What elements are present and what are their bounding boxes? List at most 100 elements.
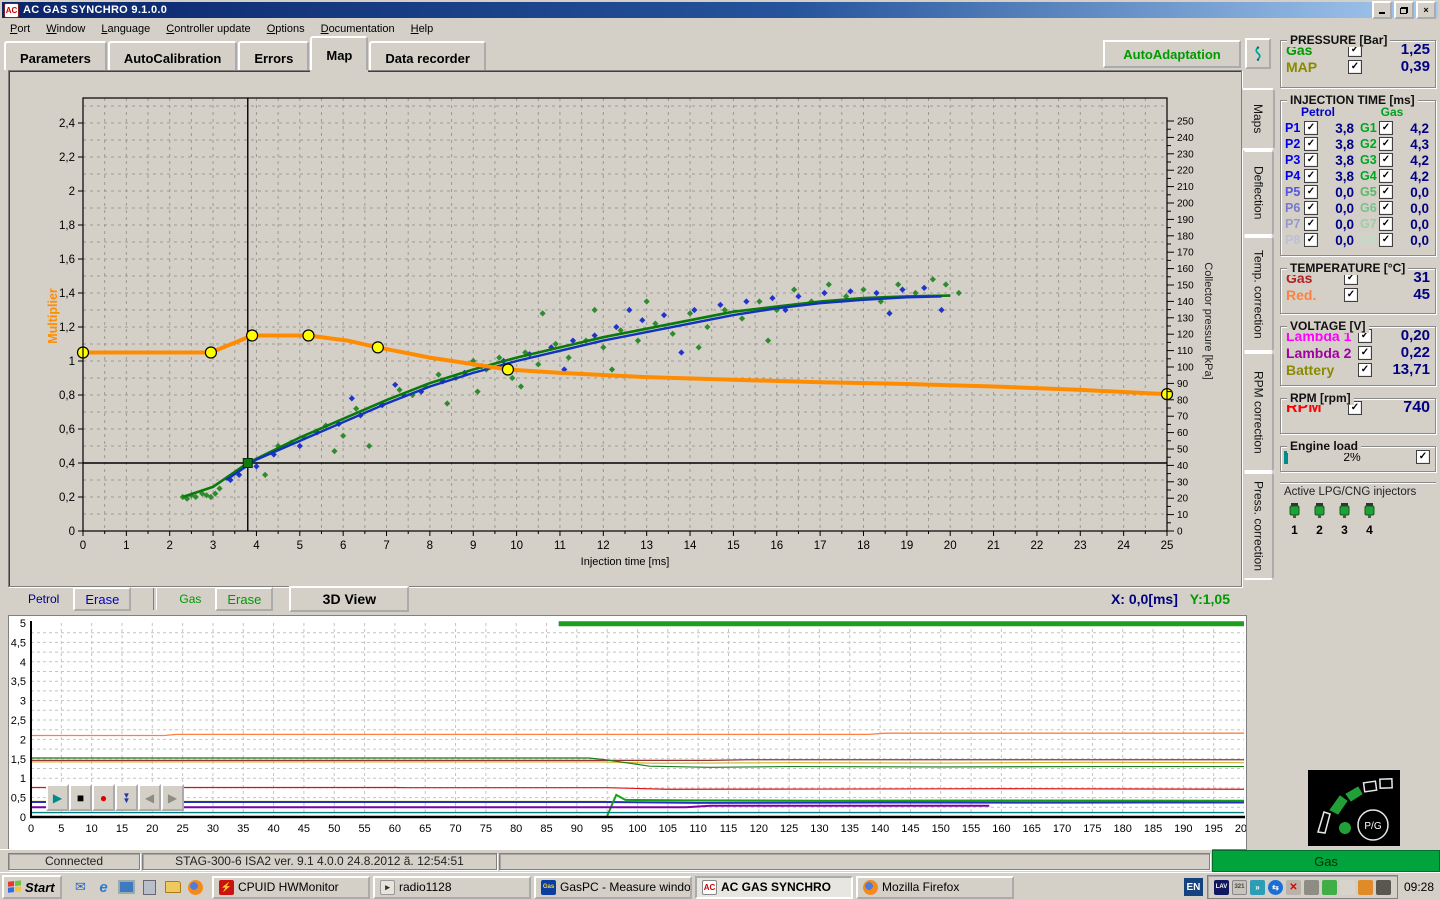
petrol-channel-checkbox-8[interactable]: [1304, 233, 1318, 247]
side-tab-temp-correction[interactable]: Temp. correction: [1244, 236, 1274, 352]
quick-launch: ✉e: [72, 879, 204, 896]
petrol-channel-checkbox-3[interactable]: [1304, 153, 1318, 167]
camera-tray-icon[interactable]: [1376, 880, 1391, 895]
side-tab-press-correction[interactable]: Press. correction: [1244, 472, 1274, 580]
hwmonitor-icon: ⚡: [219, 880, 234, 895]
autoadaptation-button[interactable]: AutoAdaptation: [1103, 40, 1241, 68]
calculator-icon[interactable]: [141, 879, 158, 896]
tab-parameters[interactable]: Parameters: [4, 41, 107, 70]
petrol-channel-checkbox-7[interactable]: [1304, 217, 1318, 231]
minimize-button[interactable]: [1372, 1, 1392, 19]
tab-data-recorder[interactable]: Data recorder: [369, 41, 486, 70]
restore-button[interactable]: [1394, 1, 1414, 19]
calculator-glyph: [143, 880, 156, 895]
petrol-channel-checkbox-1[interactable]: [1304, 121, 1318, 135]
svg-text:5: 5: [297, 540, 303, 552]
show-desktop-icon[interactable]: [118, 879, 135, 896]
task-radio1128[interactable]: ▸radio1128: [373, 876, 531, 899]
folder-icon[interactable]: [164, 879, 181, 896]
voltage-group-checkbox-lambda-2[interactable]: [1358, 346, 1372, 360]
petrol-channel-checkbox-4[interactable]: [1304, 169, 1318, 183]
gas-channel-value-3: 4,2: [1393, 153, 1435, 168]
firefox-task-icon: [863, 880, 878, 895]
user-tray-icon[interactable]: [1358, 880, 1373, 895]
menu-controller-update[interactable]: Controller update: [158, 21, 258, 37]
engine-load-checkbox[interactable]: [1416, 450, 1430, 464]
cursor-cell-marker[interactable]: [243, 459, 252, 468]
map-left-axis: 00,20,40,60,811,21,41,61,822,22,4Multipl…: [46, 118, 83, 538]
injection-row-7: P70,0G70,0: [1281, 216, 1435, 232]
firefox-icon[interactable]: [187, 879, 204, 896]
marker-button[interactable]: ▼▼: [115, 784, 138, 811]
record-button[interactable]: ●: [92, 784, 115, 811]
gas-channel-label: G6: [1360, 201, 1379, 215]
pressure-group-checkbox-map[interactable]: [1348, 60, 1362, 74]
volume-tray-icon[interactable]: [1304, 880, 1319, 895]
svg-text:1,6: 1,6: [59, 254, 75, 266]
task-cpuid-hwmonitor[interactable]: ⚡CPUID HWMonitor: [212, 876, 370, 899]
menu-help[interactable]: Help: [403, 21, 442, 37]
gas-channel-checkbox-7[interactable]: [1379, 217, 1393, 231]
gas-channel-checkbox-3[interactable]: [1379, 153, 1393, 167]
svg-text:3,5: 3,5: [11, 676, 26, 688]
side-tab-rpm-correction[interactable]: RPM correction: [1244, 352, 1274, 472]
3d-view-button[interactable]: 3D View: [289, 586, 409, 612]
pressure-group-value-gas: 1,25: [1401, 41, 1430, 58]
outlook-express-icon[interactable]: ✉: [72, 879, 89, 896]
connection-button[interactable]: [1245, 38, 1271, 69]
voltage-group-value-lambda-1: 0,20: [1401, 327, 1430, 344]
teamviewer-tray-icon[interactable]: ⇆: [1268, 880, 1283, 895]
language-indicator[interactable]: EN: [1184, 878, 1203, 896]
erase-petrol-button[interactable]: Erase: [73, 587, 131, 611]
tab-map[interactable]: Map: [310, 36, 368, 70]
close-button[interactable]: ×: [1416, 1, 1436, 19]
menu-language[interactable]: Language: [93, 21, 158, 37]
temperature-group-checkbox-red[interactable]: [1344, 288, 1358, 302]
antivirus-tray-icon[interactable]: [1322, 880, 1337, 895]
svg-text:24: 24: [1117, 540, 1130, 552]
task-mozilla-firefox[interactable]: Mozilla Firefox: [856, 876, 1014, 899]
forward-button[interactable]: ▶: [161, 784, 184, 811]
map-chart[interactable]: 00,20,40,60,811,21,41,61,822,22,4Multipl…: [9, 71, 1237, 582]
back-button[interactable]: ◀: [138, 784, 161, 811]
gas-channel-checkbox-4[interactable]: [1379, 169, 1393, 183]
gas-channel-checkbox-5[interactable]: [1379, 185, 1393, 199]
recorder-chart[interactable]: 00,511,522,533,544,550510152025303540455…: [9, 616, 1246, 849]
erase-gas-button[interactable]: Erase: [215, 587, 273, 611]
gas-channel-checkbox-8[interactable]: [1379, 233, 1393, 247]
map-controls: Petrol Erase Gas Erase 3D View X: 0,0[ms…: [8, 585, 1240, 613]
menu-window[interactable]: Window: [38, 21, 93, 37]
gas-channel-label: G5: [1360, 185, 1379, 199]
lav-tray-icon[interactable]: LAV: [1214, 880, 1229, 895]
stop-button[interactable]: ■: [69, 784, 92, 811]
media-player-tray-icon[interactable]: 321: [1232, 880, 1247, 895]
task-gaspc-measure-windo[interactable]: GasGasPC - Measure windo...: [534, 876, 692, 899]
menu-options[interactable]: Options: [259, 21, 313, 37]
petrol-channel-checkbox-6[interactable]: [1304, 201, 1318, 215]
side-tab-deflection[interactable]: Deflection: [1244, 150, 1274, 236]
petrol-channel-checkbox-2[interactable]: [1304, 137, 1318, 151]
petrol-channel-checkbox-5[interactable]: [1304, 185, 1318, 199]
gas-channel-checkbox-2[interactable]: [1379, 137, 1393, 151]
side-tab-maps[interactable]: Maps: [1242, 88, 1275, 150]
svg-text:1,4: 1,4: [59, 288, 76, 300]
menu-documentation[interactable]: Documentation: [313, 21, 403, 37]
gas-channel-checkbox-6[interactable]: [1379, 201, 1393, 215]
pointer-tray-icon[interactable]: [1340, 880, 1355, 895]
voltage-group-title: VOLTAGE [V]: [1287, 319, 1369, 333]
tab-errors[interactable]: Errors: [238, 41, 309, 70]
wireless-tray-icon[interactable]: »: [1250, 880, 1265, 895]
voltage-group-checkbox-battery[interactable]: [1358, 363, 1372, 377]
start-button[interactable]: Start: [2, 875, 62, 899]
menu-port[interactable]: Port: [2, 21, 38, 37]
svg-text:1,5: 1,5: [11, 754, 26, 766]
play-button[interactable]: ▶: [46, 784, 69, 811]
tab-autocalibration[interactable]: AutoCalibration: [108, 41, 238, 70]
injection-gas-cell-3: G34,2: [1360, 153, 1435, 168]
internet-explorer-icon[interactable]: e: [95, 879, 112, 896]
gas-channel-checkbox-1[interactable]: [1379, 121, 1393, 135]
network-error-tray-icon[interactable]: ✕: [1286, 880, 1301, 895]
task-ac-gas-synchro[interactable]: ACAC GAS SYNCHRO: [695, 876, 853, 899]
app-window: AC AC GAS SYNCHRO 9.1.0.0 × PortWindowLa…: [0, 0, 1440, 900]
injection-row-1: P13,8G14,2: [1281, 120, 1435, 136]
